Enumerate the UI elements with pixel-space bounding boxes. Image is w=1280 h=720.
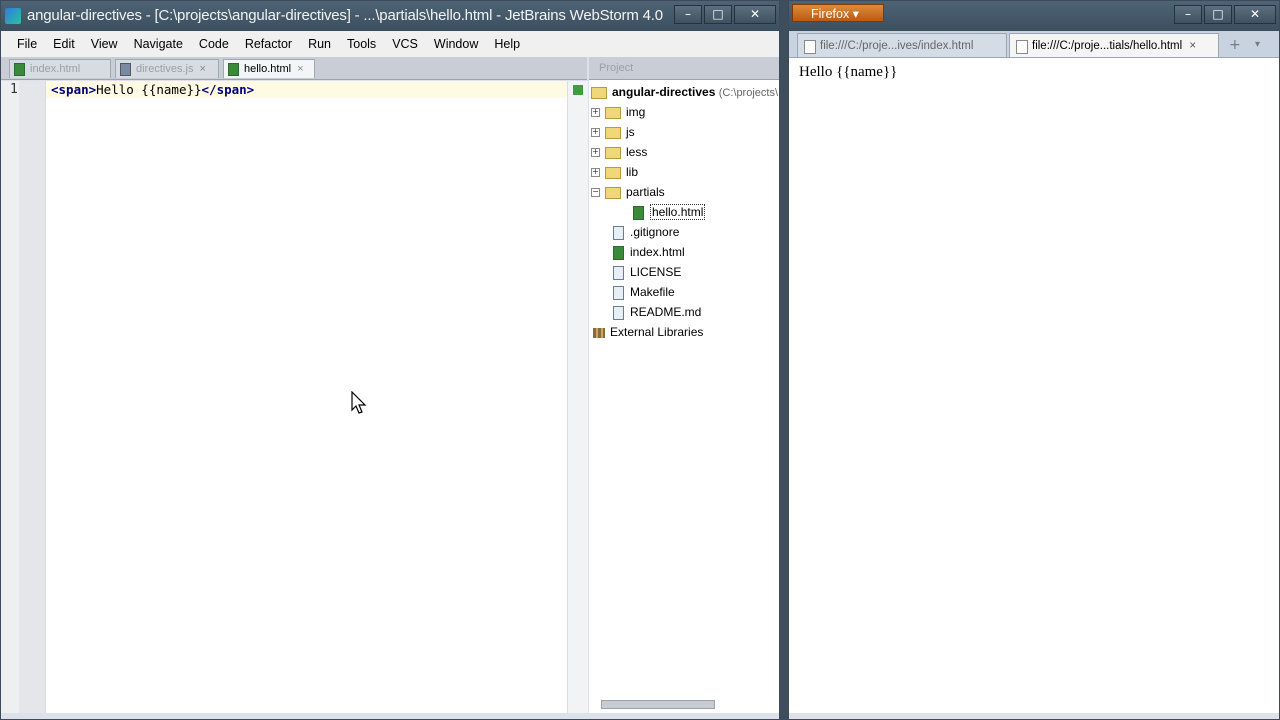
html-file-icon xyxy=(14,62,25,76)
collapse-icon[interactable]: − xyxy=(591,188,600,198)
close-button[interactable]: ✕ xyxy=(1234,5,1276,24)
tree-item-js[interactable]: + js xyxy=(589,122,779,142)
page-icon xyxy=(804,40,816,54)
html-file-icon xyxy=(633,205,644,220)
menu-window[interactable]: Window xyxy=(426,37,486,51)
mouse-cursor-icon xyxy=(351,391,367,414)
tab-close-icon[interactable]: × xyxy=(297,63,303,75)
js-file-icon xyxy=(120,62,131,76)
browser-content: Hello {{name}} xyxy=(789,58,1279,713)
tree-item-img[interactable]: + img xyxy=(589,102,779,122)
tree-item-less[interactable]: + less xyxy=(589,142,779,162)
status-ok-marker[interactable] xyxy=(573,85,583,95)
tab-list-chevron-icon[interactable]: ▾ xyxy=(1255,39,1260,50)
menu-vcs[interactable]: VCS xyxy=(384,37,426,51)
folder-open-icon xyxy=(591,86,607,99)
line-gutter: 1 xyxy=(1,81,46,713)
text-file-icon xyxy=(613,265,624,280)
menu-edit[interactable]: Edit xyxy=(45,37,83,51)
tab-index-html[interactable]: index.html xyxy=(9,59,111,78)
folder-icon xyxy=(605,166,621,179)
tree-root[interactable]: angular-directives (C:\projects\ xyxy=(589,82,779,102)
text-file-icon xyxy=(613,225,624,240)
tree-item-lib[interactable]: + lib xyxy=(589,162,779,182)
tree-item-license[interactable]: LICENSE xyxy=(589,262,779,282)
new-tab-button[interactable]: + xyxy=(1229,37,1241,53)
folder-open-icon xyxy=(605,186,621,199)
browser-tab-bar: file:///C:/proje...ives/index.html file:… xyxy=(789,31,1279,58)
firefox-titlebar: Firefox ▾ – □ ✕ xyxy=(789,1,1279,31)
maximize-button[interactable]: □ xyxy=(704,5,732,24)
window-divider xyxy=(780,0,788,720)
html-file-icon xyxy=(228,62,239,76)
expand-icon[interactable]: + xyxy=(591,148,600,158)
code-line[interactable]: <span>Hello {{name}}</span> xyxy=(51,82,254,97)
folder-icon xyxy=(605,106,621,119)
line-number: 1 xyxy=(10,82,18,97)
page-icon xyxy=(1016,40,1028,54)
expand-icon[interactable]: + xyxy=(591,108,600,118)
minimize-button[interactable]: – xyxy=(674,5,702,24)
tab-hello-html[interactable]: hello.html × xyxy=(223,59,315,78)
page-text: Hello {{name}} xyxy=(799,64,898,80)
code-close-tag: </span> xyxy=(201,82,255,97)
maximize-button[interactable]: □ xyxy=(1204,5,1232,24)
folder-icon xyxy=(605,126,621,139)
menu-code[interactable]: Code xyxy=(191,37,237,51)
menu-view[interactable]: View xyxy=(83,37,126,51)
project-tree: angular-directives (C:\projects\ + img + j… xyxy=(589,80,779,342)
tab-close-icon[interactable]: × xyxy=(199,63,205,75)
text-file-icon xyxy=(613,285,624,300)
tree-item-gitignore[interactable]: .gitignore xyxy=(589,222,779,242)
code-text: Hello {{name}} xyxy=(96,82,202,97)
tab-directives-js[interactable]: directives.js × xyxy=(115,59,219,78)
browser-tab-index[interactable]: file:///C:/proje...ives/index.html xyxy=(797,33,1007,57)
browser-tab-hello[interactable]: file:///C:/proje...tials/hello.html × xyxy=(1009,33,1219,57)
close-button[interactable]: ✕ xyxy=(734,5,776,24)
code-editor[interactable]: 1 <span>Hello {{name}}</span> xyxy=(1,81,588,713)
tree-item-hello-html[interactable]: hello.html xyxy=(589,202,779,222)
menu-navigate[interactable]: Navigate xyxy=(126,37,191,51)
expand-icon[interactable]: + xyxy=(591,168,600,178)
text-file-icon xyxy=(613,305,624,320)
horizontal-scrollbar[interactable] xyxy=(601,700,715,709)
fold-gutter xyxy=(19,81,45,713)
folder-icon xyxy=(605,146,621,159)
webstorm-app-icon xyxy=(5,8,21,24)
tab-close-icon[interactable]: × xyxy=(1189,40,1196,52)
tree-item-readme[interactable]: README.md xyxy=(589,302,779,322)
webstorm-titlebar: angular-directives - [C:\projects\angula… xyxy=(1,1,779,31)
tree-item-index-html[interactable]: index.html xyxy=(589,242,779,262)
html-file-icon xyxy=(613,245,624,260)
menu-file[interactable]: File xyxy=(9,37,45,51)
editor-tab-bar: index.html directives.js × hello.html × xyxy=(1,57,587,80)
webstorm-window: angular-directives - [C:\projects\angula… xyxy=(0,0,780,720)
tree-item-external-libraries[interactable]: External Libraries xyxy=(589,322,779,342)
menu-help[interactable]: Help xyxy=(486,37,528,51)
tree-item-makefile[interactable]: Makefile xyxy=(589,282,779,302)
minimize-button[interactable]: – xyxy=(1174,5,1202,24)
menu-tools[interactable]: Tools xyxy=(339,37,384,51)
firefox-window: Firefox ▾ – □ ✕ file:///C:/proje...ives/… xyxy=(788,0,1280,720)
menu-refactor[interactable]: Refactor xyxy=(237,37,300,51)
window-title: angular-directives - [C:\projects\angula… xyxy=(27,7,663,24)
menu-bar: File Edit View Navigate Code Refactor Ru… xyxy=(1,31,779,57)
tree-item-partials[interactable]: − partials xyxy=(589,182,779,202)
project-panel-header: Project xyxy=(589,57,779,80)
error-stripe xyxy=(567,81,588,713)
firefox-menu-button[interactable]: Firefox ▾ xyxy=(792,4,884,22)
project-panel: Project angular-directives (C:\projects\… xyxy=(589,57,779,713)
expand-icon[interactable]: + xyxy=(591,128,600,138)
code-open-tag: <span> xyxy=(51,82,97,97)
menu-run[interactable]: Run xyxy=(300,37,339,51)
library-icon xyxy=(593,327,605,338)
